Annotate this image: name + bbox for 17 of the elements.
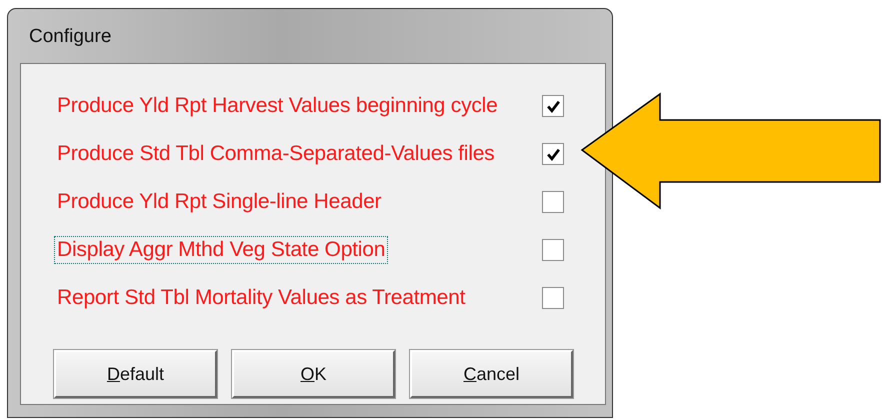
checkmark-icon [546,146,560,162]
option-label[interactable]: Display Aggr Mthd Veg State Option [54,236,388,264]
checkbox[interactable] [542,287,564,309]
checkbox[interactable] [542,239,564,261]
checkbox[interactable] [542,95,564,117]
window-title: Configure [28,25,112,49]
arrow-icon [580,92,882,212]
option-label[interactable]: Produce Yld Rpt Harvest Values beginning cycle [54,92,501,120]
checkbox[interactable] [542,191,564,213]
option-label[interactable]: Produce Yld Rpt Single-line Header [54,188,384,216]
option-label[interactable]: Produce Std Tbl Comma-Separated-Values files [54,140,498,168]
dialog-button[interactable]: Cancel [410,350,573,398]
checkbox[interactable] [542,143,564,165]
dialog-button[interactable]: Default [54,350,217,398]
option-label[interactable]: Report Std Tbl Mortality Values as Treatment [54,284,468,312]
dialog-button[interactable]: OK [232,350,395,398]
checkmark-icon [546,98,560,114]
